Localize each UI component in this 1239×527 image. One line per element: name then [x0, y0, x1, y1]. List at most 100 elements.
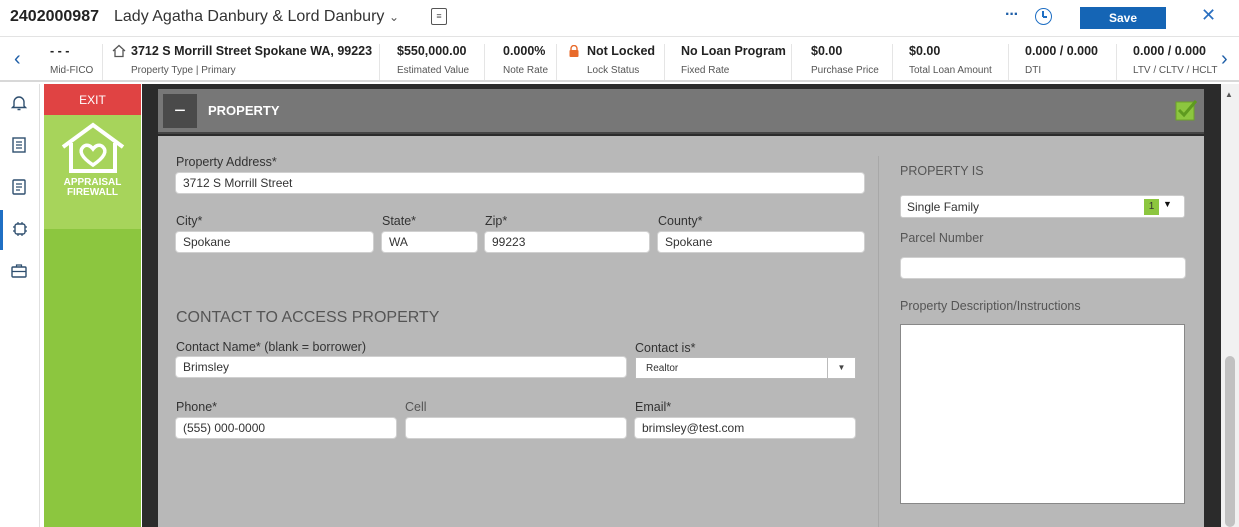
- scrollbar-thumb[interactable]: [1225, 356, 1235, 527]
- fico-value: - - -: [50, 44, 70, 58]
- fico-label: Mid-FICO: [50, 65, 94, 76]
- property-address-label: Property Address*: [176, 155, 277, 169]
- contact-name-input[interactable]: [175, 356, 627, 378]
- phone-input[interactable]: [175, 417, 397, 439]
- property-is-badge: 1: [1144, 199, 1159, 215]
- ltv-value: 0.000 / 0.000: [1133, 44, 1206, 58]
- summary-lock-status: Not Locked Lock Status: [558, 44, 665, 80]
- rail-item-toolbox[interactable]: [0, 252, 40, 292]
- collapse-button[interactable]: −: [163, 94, 197, 128]
- summary-loan-program: No Loan Program Fixed Rate: [666, 44, 792, 80]
- dti-label: DTI: [1025, 65, 1042, 76]
- parcel-number-input[interactable]: [900, 257, 1186, 279]
- county-input[interactable]: [657, 231, 865, 253]
- property-is-value: Single Family: [907, 200, 980, 214]
- total-loan-amount-label: Total Loan Amount: [909, 65, 992, 76]
- description-textarea[interactable]: [900, 324, 1185, 504]
- panel-title: PROPERTY: [208, 103, 280, 118]
- dropdown-arrow-icon: ▼: [1163, 199, 1172, 209]
- save-button[interactable]: Save: [1080, 7, 1166, 29]
- chip-icon: [13, 222, 27, 236]
- contact-name-label: Contact Name* (blank = borrower): [176, 340, 367, 354]
- cell-input[interactable]: [405, 417, 627, 439]
- appraisal-firewall-panel: EXIT APPRAISAL FIREWALL: [44, 84, 141, 527]
- property-is-label: PROPERTY IS: [900, 164, 984, 178]
- email-input[interactable]: [634, 417, 856, 439]
- property-is-select[interactable]: Single Family 1 ▼: [900, 195, 1185, 218]
- history-clock-icon[interactable]: [1035, 8, 1052, 25]
- property-address-input[interactable]: [175, 172, 865, 194]
- document-list-icon: [12, 137, 26, 153]
- chevron-right-icon[interactable]: ›: [1221, 48, 1228, 71]
- logo-line1: APPRAISAL: [63, 177, 122, 188]
- house-heart-icon: [61, 122, 125, 173]
- property-panel-header: − PROPERTY: [158, 89, 1204, 134]
- left-icon-rail: [0, 84, 40, 527]
- contact-section-title: CONTACT TO ACCESS PROPERTY: [176, 309, 440, 326]
- close-icon[interactable]: ✕: [1201, 5, 1216, 26]
- chevron-left-icon[interactable]: ‹: [14, 48, 21, 71]
- note-rate-value: 0.000%: [503, 44, 546, 58]
- contact-is-value: Realtor: [646, 363, 679, 374]
- purchase-price-label: Purchase Price: [811, 65, 879, 76]
- home-icon: [112, 44, 126, 58]
- estimated-value: $550,000.00: [397, 44, 467, 58]
- contact-is-select[interactable]: Realtor ▼: [635, 357, 856, 379]
- property-type-label: Property Type | Primary: [131, 65, 236, 76]
- form-icon: [12, 179, 26, 195]
- top-header: 2402000987 Lady Agatha Danbury & Lord Da…: [0, 0, 1239, 37]
- total-loan-amount-value: $0.00: [909, 44, 941, 58]
- property-form-body: Property Address* City* State* Zip* Coun…: [158, 136, 1204, 527]
- summary-property[interactable]: 3712 S Morrill Street Spokane WA, 99223 …: [104, 44, 380, 80]
- purchase-price-value: $0.00: [811, 44, 843, 58]
- scrollbar[interactable]: ▲: [1221, 84, 1239, 527]
- rail-item-forms[interactable]: [0, 168, 40, 208]
- loan-number: 2402000987: [10, 8, 99, 25]
- more-options-icon[interactable]: ···: [1005, 6, 1019, 24]
- borrower-name[interactable]: Lady Agatha Danbury & Lord Danbury: [114, 8, 384, 26]
- checkmark-icon: [1175, 100, 1197, 121]
- scroll-up-arrow-icon[interactable]: ▲: [1225, 90, 1233, 99]
- lock-status-value: Not Locked: [587, 44, 656, 58]
- dti-value: 0.000 / 0.000: [1025, 44, 1098, 58]
- chevron-down-icon[interactable]: ⌄: [389, 10, 399, 24]
- summary-dti: 0.000 / 0.000 DTI: [1010, 44, 1117, 80]
- loan-summary-strip: ‹ - - - Mid-FICO 3712 S Morrill Street S…: [0, 38, 1239, 82]
- rail-item-services[interactable]: [0, 210, 40, 250]
- column-divider: [878, 156, 879, 527]
- exit-button[interactable]: EXIT: [44, 84, 141, 115]
- summary-fico: - - - Mid-FICO: [40, 44, 103, 80]
- lock-status-label: Lock Status: [587, 65, 640, 76]
- loan-program-value: No Loan Program: [681, 44, 786, 58]
- summary-estimated-value: $550,000.00 Estimated Value: [381, 44, 485, 80]
- parcel-number-label: Parcel Number: [900, 231, 984, 245]
- logo-line2: FIREWALL: [66, 187, 119, 198]
- summary-note-rate: 0.000% Note Rate: [486, 44, 557, 80]
- county-label: County*: [658, 214, 703, 228]
- bell-icon: [10, 96, 28, 111]
- rail-item-notifications[interactable]: [0, 84, 40, 124]
- briefcase-icon: [11, 264, 27, 278]
- description-label: Property Description/Instructions: [900, 299, 1081, 313]
- city-input[interactable]: [175, 231, 374, 253]
- ltv-label: LTV / CLTV / HCLT: [1133, 65, 1218, 76]
- notes-icon[interactable]: ≡: [431, 8, 447, 25]
- lock-icon: [569, 45, 579, 57]
- cell-label: Cell: [405, 400, 427, 414]
- summary-purchase-price: $0.00 Purchase Price: [793, 44, 893, 80]
- dropdown-arrow-icon: ▼: [827, 358, 855, 378]
- phone-label: Phone*: [176, 400, 218, 414]
- contact-is-label: Contact is*: [635, 341, 696, 355]
- appraisal-firewall-logo: APPRAISAL FIREWALL: [44, 115, 141, 229]
- zip-label: Zip*: [485, 214, 508, 228]
- estimated-value-label: Estimated Value: [397, 65, 470, 76]
- state-input[interactable]: [381, 231, 478, 253]
- state-label: State*: [382, 214, 417, 228]
- rail-item-documents[interactable]: [0, 126, 40, 166]
- zip-input[interactable]: [484, 231, 650, 253]
- property-address-summary: 3712 S Morrill Street Spokane WA, 99223: [131, 44, 373, 58]
- summary-ltv: 0.000 / 0.000 LTV / CLTV / HCLT: [1118, 44, 1220, 80]
- summary-total-loan-amount: $0.00 Total Loan Amount: [894, 44, 1009, 80]
- note-rate-label: Note Rate: [503, 65, 549, 76]
- loan-program-label: Fixed Rate: [681, 65, 730, 76]
